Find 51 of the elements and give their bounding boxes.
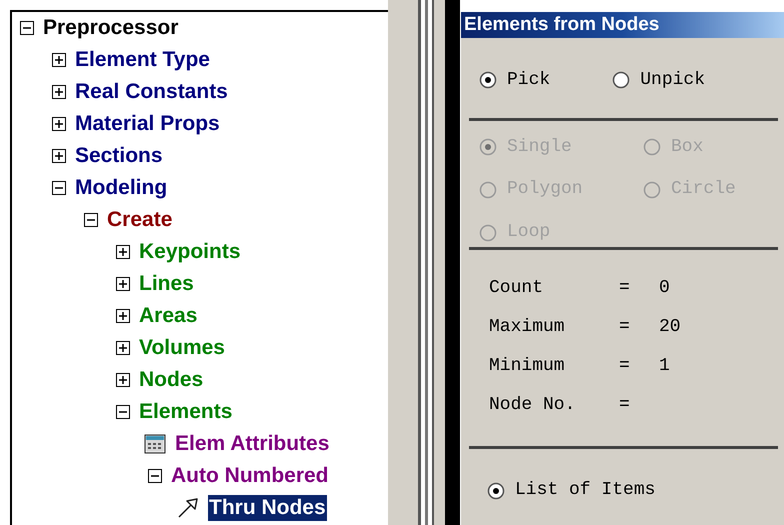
expand-icon[interactable] (116, 373, 130, 387)
tree-item[interactable]: Auto Numbered (170, 463, 330, 489)
radio-button[interactable] (487, 482, 505, 500)
equals-sign: = (619, 316, 631, 338)
tree-item[interactable]: Sections (74, 143, 164, 169)
stat-value: 1 (659, 355, 670, 377)
tree-item[interactable]: Areas (138, 303, 198, 329)
collapse-icon[interactable] (116, 405, 130, 419)
tree-item[interactable]: Elem Attributes (174, 431, 330, 457)
tree-item[interactable]: Nodes (138, 367, 204, 393)
expand-icon[interactable] (116, 277, 130, 291)
stat-label: Node No. (489, 394, 576, 416)
expand-icon[interactable] (116, 341, 130, 355)
dialog-title: Elements from Nodes (461, 12, 784, 38)
tree-item[interactable]: Element Type (74, 47, 211, 73)
expand-icon[interactable] (116, 245, 130, 259)
window-icon (144, 433, 166, 455)
radio-label: List of Items (515, 479, 656, 502)
tree-item[interactable]: Preprocessor (42, 15, 180, 41)
equals-sign: = (619, 277, 631, 299)
expand-icon[interactable] (52, 53, 66, 67)
expand-icon[interactable] (116, 309, 130, 323)
tree-item[interactable]: Thru Nodes (208, 495, 327, 521)
collapse-icon[interactable] (52, 181, 66, 195)
tree-item[interactable]: Volumes (138, 335, 226, 361)
stat-value: 0 (659, 277, 670, 299)
equals-sign: = (619, 355, 631, 377)
tree-item[interactable]: Lines (138, 271, 195, 297)
stat-value: 20 (659, 316, 681, 338)
arrow-icon (176, 496, 200, 520)
collapse-icon[interactable] (84, 213, 98, 227)
stat-label: Maximum (489, 316, 566, 338)
collapse-icon[interactable] (20, 21, 34, 35)
tree-item[interactable]: Elements (138, 399, 234, 425)
splitter[interactable] (388, 0, 445, 525)
stat-label: Minimum (489, 355, 566, 377)
radio-label: Unpick (640, 68, 706, 92)
tree-item[interactable]: Real Constants (74, 79, 229, 105)
radio-label: Pick (507, 68, 550, 92)
tree-item[interactable]: Create (106, 207, 174, 233)
tree-item[interactable]: Modeling (74, 175, 168, 201)
radio-button[interactable] (612, 71, 630, 89)
tree-item[interactable]: Keypoints (138, 239, 242, 265)
collapse-icon[interactable] (148, 469, 162, 483)
expand-icon[interactable] (52, 149, 66, 163)
tree-item[interactable]: Material Props (74, 111, 221, 137)
stat-label: Count (489, 277, 544, 299)
equals-sign: = (619, 394, 631, 416)
expand-icon[interactable] (52, 117, 66, 131)
radio-button[interactable] (479, 71, 497, 89)
expand-icon[interactable] (52, 85, 66, 99)
